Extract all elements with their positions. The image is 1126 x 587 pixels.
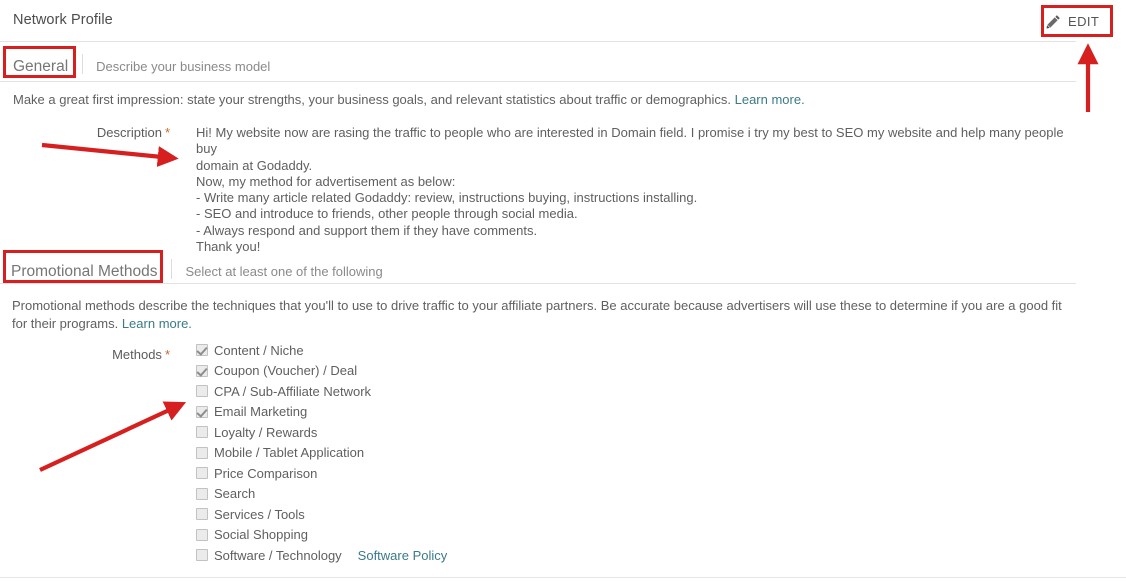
methods-label-text: Methods (112, 347, 162, 362)
divider-page-bottom (0, 577, 1126, 578)
method-label: Content / Niche (214, 343, 304, 358)
edit-button-label: EDIT (1068, 14, 1099, 29)
divider-below-general-header (0, 81, 1076, 82)
method-label: Price Comparison (214, 466, 317, 481)
description-line: Hi! My website now are rasing the traffi… (196, 125, 1076, 158)
method-item[interactable]: Price Comparison (196, 463, 616, 484)
general-intro-copy: Make a great first impression: state you… (13, 92, 735, 107)
methods-checkbox-list: Content / Niche Coupon (Voucher) / Deal CP… (196, 340, 616, 566)
general-section-subtitle: Describe your business model (96, 59, 270, 74)
description-value: Hi! My website now are rasing the traffi… (196, 125, 1076, 255)
description-line: Thank you! (196, 239, 1076, 255)
method-checkbox[interactable] (196, 406, 208, 418)
method-label: Loyalty / Rewards (214, 425, 317, 440)
required-asterisk: * (162, 347, 170, 362)
software-policy-link[interactable]: Software Policy (358, 548, 448, 563)
general-intro-text: Make a great first impression: state you… (13, 91, 1073, 109)
method-label: Services / Tools (214, 507, 305, 522)
pencil-icon (1046, 14, 1061, 29)
method-checkbox[interactable] (196, 488, 208, 500)
method-label: CPA / Sub-Affiliate Network (214, 384, 371, 399)
method-label: Search (214, 486, 255, 501)
methods-field-label: Methods* (40, 347, 170, 362)
method-checkbox[interactable] (196, 467, 208, 479)
method-checkbox[interactable] (196, 385, 208, 397)
header-separator (82, 54, 83, 74)
promotional-section-subtitle: Select at least one of the following (185, 264, 382, 279)
method-item[interactable]: Email Marketing (196, 402, 616, 423)
header-separator (171, 259, 172, 279)
promotional-section-header: Promotional Methods Select at least one … (11, 256, 383, 281)
method-label: Software / Technology (214, 548, 342, 563)
method-label: Social Shopping (214, 527, 308, 542)
method-item[interactable]: Mobile / Tablet Application (196, 443, 616, 464)
method-item[interactable]: Social Shopping (196, 525, 616, 546)
divider-below-promotional-header (0, 283, 1076, 284)
description-line: domain at Godaddy. (196, 158, 1076, 174)
method-item[interactable]: Search (196, 484, 616, 505)
description-line: Now, my method for advertisement as belo… (196, 174, 1076, 190)
method-item[interactable]: Services / Tools (196, 504, 616, 525)
method-checkbox[interactable] (196, 529, 208, 541)
method-checkbox[interactable] (196, 365, 208, 377)
method-label: Email Marketing (214, 404, 307, 419)
description-line: - Always respond and support them if the… (196, 223, 1076, 239)
method-item[interactable]: Coupon (Voucher) / Deal (196, 361, 616, 382)
promotional-learn-more-link[interactable]: Learn more. (122, 316, 192, 331)
required-asterisk: * (162, 125, 170, 140)
method-checkbox[interactable] (196, 447, 208, 459)
page-title: Network Profile (13, 12, 113, 28)
tab-general[interactable]: General (13, 58, 68, 76)
method-label: Coupon (Voucher) / Deal (214, 363, 357, 378)
divider-below-title (0, 41, 1076, 42)
method-item[interactable]: Loyalty / Rewards (196, 422, 616, 443)
promotional-intro-text: Promotional methods describe the techniq… (12, 297, 1064, 333)
page-header: Network Profile EDIT (0, 0, 1126, 41)
method-checkbox[interactable] (196, 549, 208, 561)
description-line: - Write many article related Godaddy: re… (196, 190, 1076, 206)
method-checkbox[interactable] (196, 344, 208, 356)
method-label: Mobile / Tablet Application (214, 445, 364, 460)
method-checkbox[interactable] (196, 508, 208, 520)
tab-promotional-methods[interactable]: Promotional Methods (11, 263, 157, 281)
general-section-header: General Describe your business model (13, 51, 270, 76)
description-line: - SEO and introduce to friends, other pe… (196, 206, 1076, 222)
description-field-label: Description* (40, 125, 170, 140)
description-label-text: Description (97, 125, 162, 140)
method-checkbox[interactable] (196, 426, 208, 438)
method-item[interactable]: Content / Niche (196, 340, 616, 361)
arrow-to-description (42, 145, 172, 158)
arrow-to-methods (40, 405, 180, 470)
edit-button[interactable]: EDIT (1046, 9, 1099, 33)
method-item[interactable]: CPA / Sub-Affiliate Network (196, 381, 616, 402)
method-item[interactable]: Software / Technology Software Policy (196, 545, 616, 566)
general-learn-more-link[interactable]: Learn more. (735, 92, 805, 107)
